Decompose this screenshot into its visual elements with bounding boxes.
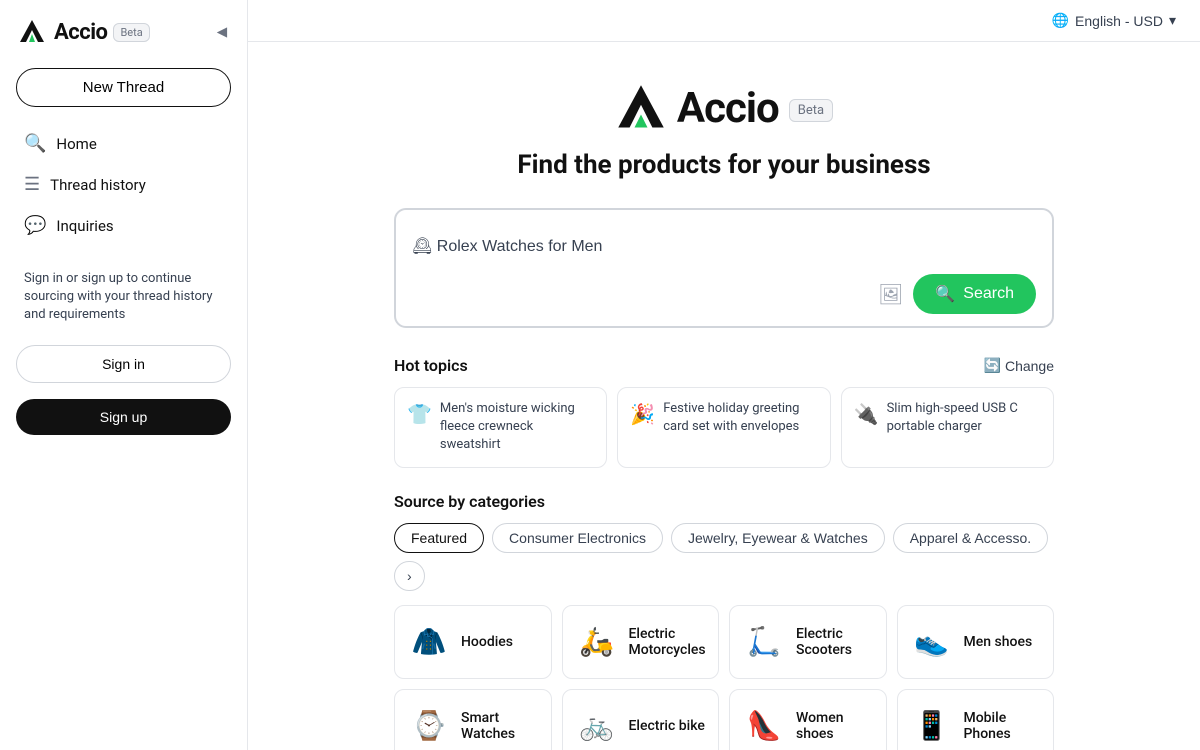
main-logo-text: Accio bbox=[677, 84, 779, 133]
sign-prompt-text: Sign in or sign up to continue sourcing … bbox=[24, 270, 223, 325]
inquiries-icon: 💬 bbox=[24, 215, 46, 236]
change-label: Change bbox=[1005, 358, 1054, 374]
hot-topic-0-text: Men's moisture wicking fleece crewneck s… bbox=[440, 400, 594, 455]
sidebar-item-thread-history[interactable]: ☰ Thread history bbox=[16, 164, 231, 205]
smart-watches-label: Smart Watches bbox=[461, 710, 539, 742]
sign-in-button[interactable]: Sign in bbox=[16, 345, 231, 383]
sidebar: Accio Beta ◀ New Thread 🔍 Home ☰ Thread … bbox=[0, 0, 248, 750]
hot-topics-section: Hot topics 🔄 Change 👕 Men's moisture wic… bbox=[394, 356, 1054, 492]
image-upload-button[interactable]: 🖼 bbox=[878, 282, 903, 307]
home-icon: 🔍 bbox=[24, 133, 46, 154]
search-button[interactable]: 🔍 Search bbox=[913, 274, 1036, 314]
categories-section: Source by categories Featured Consumer E… bbox=[394, 492, 1054, 750]
hot-topic-2-icon: 🔌 bbox=[854, 400, 879, 428]
search-box: 🖼 🔍 Search bbox=[394, 208, 1054, 328]
hoodies-icon: 🧥 bbox=[407, 620, 451, 664]
sidebar-item-inquiries-label: Inquiries bbox=[56, 217, 113, 235]
tab-jewelry[interactable]: Jewelry, Eyewear & Watches bbox=[671, 523, 885, 553]
chevron-right-icon: › bbox=[407, 568, 412, 584]
search-icon: 🔍 bbox=[935, 284, 955, 304]
sidebar-item-inquiries[interactable]: 💬 Inquiries bbox=[16, 205, 231, 246]
refresh-icon: 🔄 bbox=[984, 357, 1001, 374]
men-shoes-label: Men shoes bbox=[964, 634, 1033, 650]
change-button[interactable]: 🔄 Change bbox=[984, 357, 1054, 374]
women-shoes-label: Women shoes bbox=[796, 710, 874, 742]
main-beta-badge: Beta bbox=[789, 99, 833, 122]
electric-motorcycles-icon: 🛵 bbox=[575, 620, 619, 664]
main-content: 🌐 English - USD ▾ Accio Beta Find the pr… bbox=[248, 0, 1200, 750]
language-label: English - USD bbox=[1075, 13, 1163, 29]
sidebar-nav: 🔍 Home ☰ Thread history 💬 Inquiries bbox=[16, 123, 231, 246]
categories-title: Source by categories bbox=[394, 492, 545, 511]
image-icon: 🖼 bbox=[878, 284, 903, 306]
category-men-shoes[interactable]: 👟 Men shoes bbox=[897, 605, 1055, 679]
electric-motorcycles-label: Electric Motorcycles bbox=[629, 626, 707, 658]
men-shoes-icon: 👟 bbox=[910, 620, 954, 664]
tab-consumer-electronics[interactable]: Consumer Electronics bbox=[492, 523, 663, 553]
sidebar-item-thread-history-label: Thread history bbox=[50, 176, 146, 194]
sign-up-button[interactable]: Sign up bbox=[16, 399, 231, 435]
thread-history-icon: ☰ bbox=[24, 174, 40, 195]
page-tagline: Find the products for your business bbox=[517, 150, 930, 180]
hot-topic-1[interactable]: 🎉 Festive holiday greeting card set with… bbox=[617, 387, 830, 468]
new-thread-button[interactable]: New Thread bbox=[16, 68, 231, 107]
accio-logo-icon bbox=[16, 16, 48, 48]
electric-bike-icon: 🚲 bbox=[575, 704, 619, 748]
main-logo: Accio Beta bbox=[615, 82, 833, 134]
category-tabs: Featured Consumer Electronics Jewelry, E… bbox=[394, 523, 1054, 591]
hot-topics-title: Hot topics bbox=[394, 356, 468, 375]
categories-header: Source by categories bbox=[394, 492, 1054, 511]
tab-apparel[interactable]: Apparel & Accesso. bbox=[893, 523, 1048, 553]
mobile-phones-label: Mobile Phones bbox=[964, 710, 1042, 742]
sidebar-beta-badge: Beta bbox=[113, 23, 149, 42]
chevron-down-icon: ▾ bbox=[1169, 12, 1176, 29]
main-logo-icon bbox=[615, 82, 667, 134]
sidebar-item-home[interactable]: 🔍 Home bbox=[16, 123, 231, 164]
sidebar-header: Accio Beta ◀ bbox=[16, 16, 231, 48]
sidebar-item-home-label: Home bbox=[56, 135, 96, 153]
globe-icon: 🌐 bbox=[1052, 12, 1069, 29]
category-hoodies[interactable]: 🧥 Hoodies bbox=[394, 605, 552, 679]
category-smart-watches[interactable]: ⌚ Smart Watches bbox=[394, 689, 552, 750]
sidebar-logo: Accio Beta bbox=[16, 16, 150, 48]
electric-bike-label: Electric bike bbox=[629, 718, 705, 734]
hot-topic-1-text: Festive holiday greeting card set with e… bbox=[663, 400, 817, 436]
top-bar: 🌐 English - USD ▾ bbox=[248, 0, 1200, 42]
hot-topics-header: Hot topics 🔄 Change bbox=[394, 356, 1054, 375]
category-mobile-phones[interactable]: 📱 Mobile Phones bbox=[897, 689, 1055, 750]
category-electric-scooters[interactable]: 🛴 Electric Scooters bbox=[729, 605, 887, 679]
smart-watches-icon: ⌚ bbox=[407, 704, 451, 748]
hot-topic-0[interactable]: 👕 Men's moisture wicking fleece crewneck… bbox=[394, 387, 607, 468]
search-footer: 🖼 🔍 Search bbox=[412, 274, 1036, 314]
sidebar-logo-text: Accio bbox=[54, 20, 107, 45]
language-selector[interactable]: 🌐 English - USD ▾ bbox=[1052, 12, 1176, 29]
electric-scooters-label: Electric Scooters bbox=[796, 626, 874, 658]
hot-topic-1-icon: 🎉 bbox=[630, 400, 655, 428]
category-women-shoes[interactable]: 👠 Women shoes bbox=[729, 689, 887, 750]
category-electric-motorcycles[interactable]: 🛵 Electric Motorcycles bbox=[562, 605, 720, 679]
hoodies-label: Hoodies bbox=[461, 634, 513, 650]
women-shoes-icon: 👠 bbox=[742, 704, 786, 748]
hot-topic-2[interactable]: 🔌 Slim high-speed USB C portable charger bbox=[841, 387, 1054, 468]
collapse-icon: ◀ bbox=[217, 24, 227, 39]
search-button-label: Search bbox=[963, 285, 1014, 303]
hot-topics-grid: 👕 Men's moisture wicking fleece crewneck… bbox=[394, 387, 1054, 468]
hot-topic-2-text: Slim high-speed USB C portable charger bbox=[887, 400, 1041, 436]
electric-scooters-icon: 🛴 bbox=[742, 620, 786, 664]
page-content: Accio Beta Find the products for your bu… bbox=[248, 42, 1200, 750]
tab-featured[interactable]: Featured bbox=[394, 523, 484, 553]
category-electric-bike[interactable]: 🚲 Electric bike bbox=[562, 689, 720, 750]
collapse-button[interactable]: ◀ bbox=[213, 20, 231, 44]
hot-topic-0-icon: 👕 bbox=[407, 400, 432, 428]
tabs-more-button[interactable]: › bbox=[394, 561, 425, 591]
mobile-phones-icon: 📱 bbox=[910, 704, 954, 748]
search-input[interactable] bbox=[412, 226, 1036, 266]
category-grid: 🧥 Hoodies 🛵 Electric Motorcycles 🛴 Elect… bbox=[394, 605, 1054, 750]
